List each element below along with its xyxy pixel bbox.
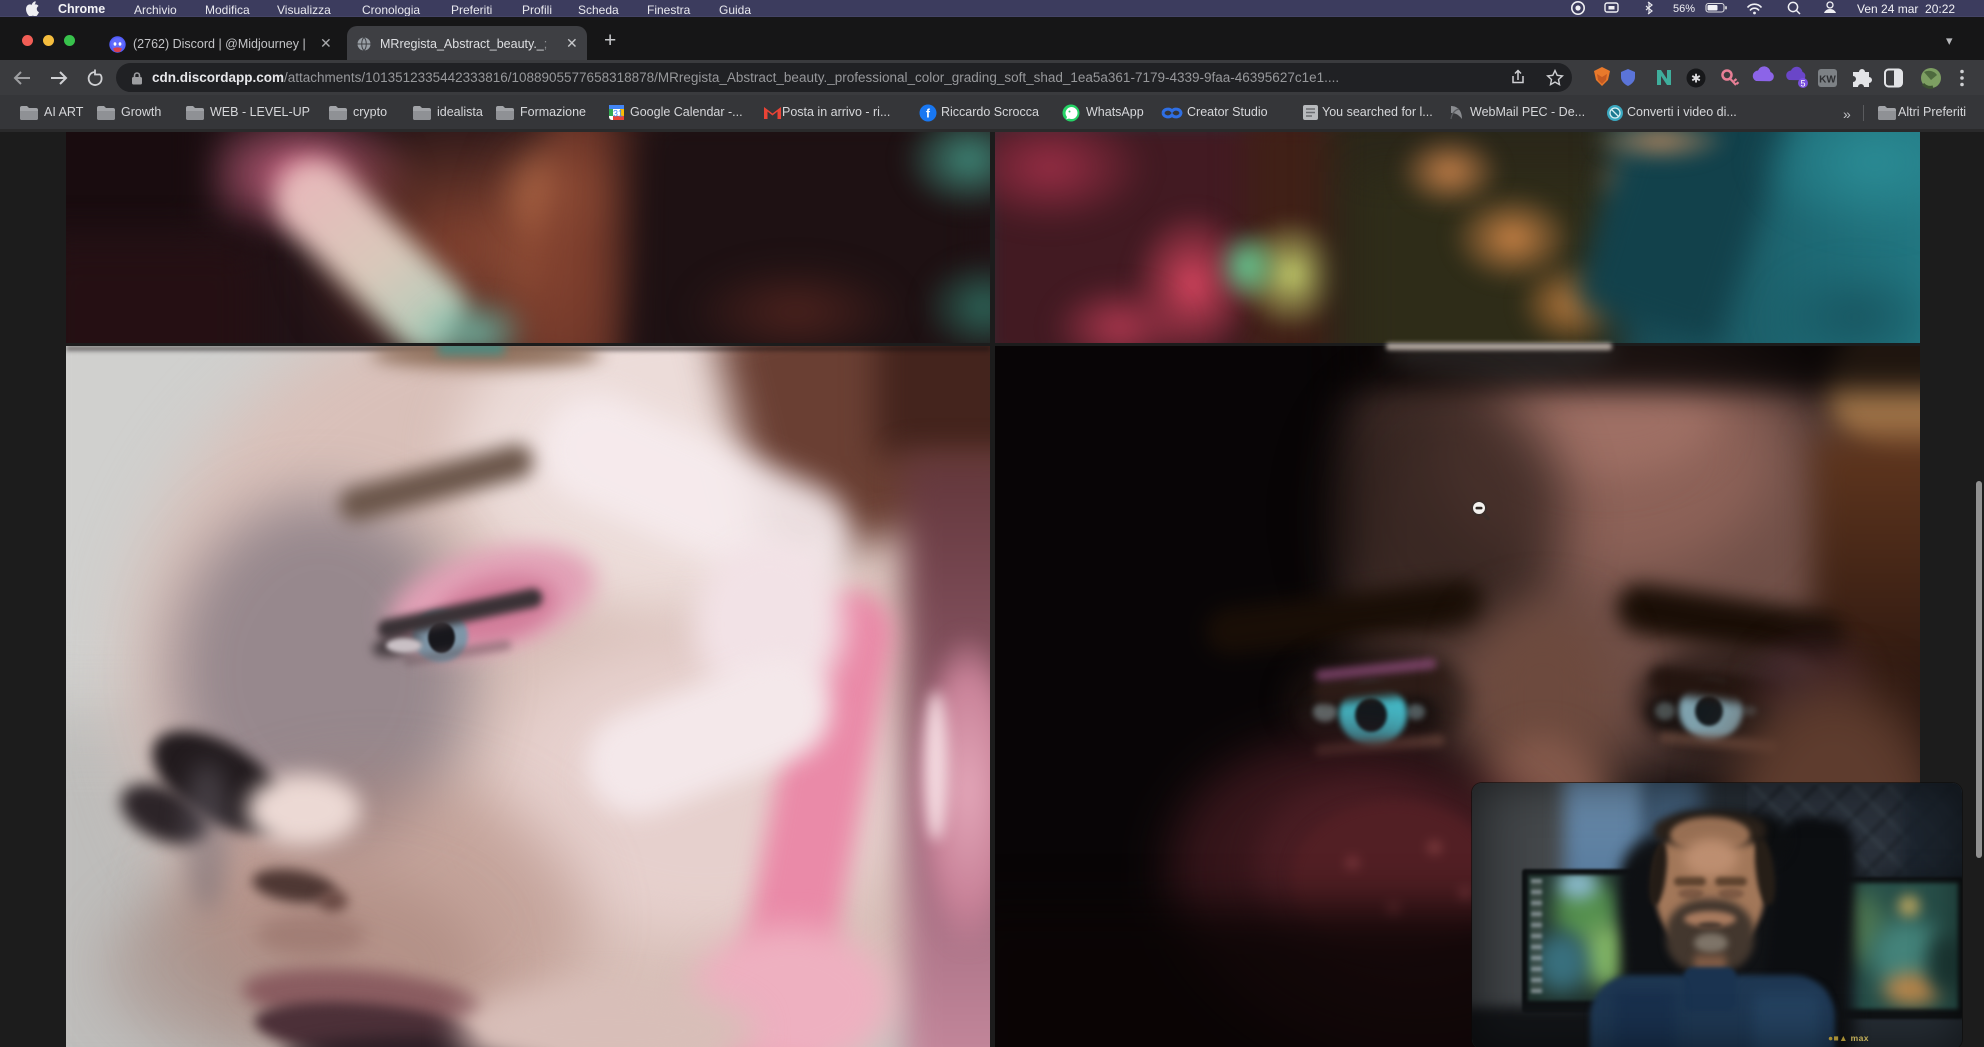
svg-text:56%: 56% <box>1673 3 1695 15</box>
svg-text:KW: KW <box>1819 75 1836 86</box>
svg-text:31: 31 <box>613 109 623 119</box>
svg-text:✱: ✱ <box>1691 72 1701 86</box>
svg-text:5: 5 <box>1800 79 1805 89</box>
svg-text:»: » <box>1843 106 1851 122</box>
